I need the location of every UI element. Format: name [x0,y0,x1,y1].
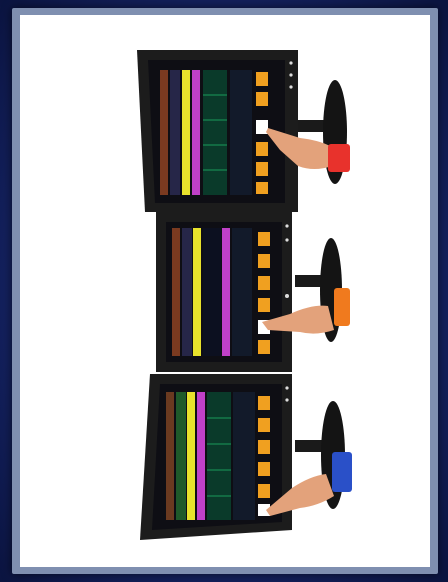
sleeve-orange [334,288,350,326]
screen-purple-bar [197,392,205,520]
sleeve-blue [332,452,352,492]
sleeve-red [328,144,350,172]
monitor-top [137,50,350,212]
monitor-bottom [140,374,352,540]
monitor-middle [156,212,350,372]
screen-yellow-bar [193,228,201,356]
screen-yellow-bar [187,392,195,520]
screen-purple-bar [222,228,230,356]
monitors-illustration [137,50,352,540]
screen-purple-bar [192,70,200,195]
screen-yellow-bar [182,70,190,195]
